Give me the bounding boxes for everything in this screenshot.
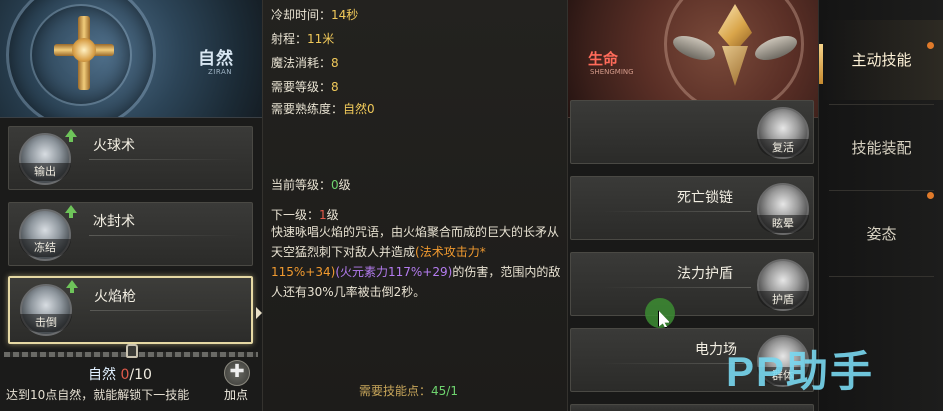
skill-tag: 护盾 [757, 291, 809, 309]
upgrade-arrow-icon [65, 129, 77, 142]
lock-icon [126, 344, 138, 358]
stat-mana-cost: 魔法消耗：8 [271, 56, 339, 70]
upgrade-arrow-icon [66, 280, 78, 293]
skill-card-death-chain[interactable]: 死亡锁链 眩晕 [570, 176, 814, 240]
divider [601, 287, 751, 288]
skill-card-mana-shield[interactable]: 法力护盾 护盾 [570, 252, 814, 316]
divider [829, 104, 934, 105]
stat-proficiency-required: 需要熟练度：自然0 [271, 102, 375, 116]
skill-name: 冰封术 [93, 214, 135, 230]
nature-school-banner[interactable]: 自然 ZIRAN [0, 0, 262, 118]
tab-label: 主动技能 [851, 51, 912, 69]
stat-level-required: 需要等级：8 [271, 80, 339, 94]
progress-max: /10 [129, 367, 152, 383]
skill-list-panel: 自然 ZIRAN 输出 火球术 冻结 冰封术 击倒 火焰枪 自然 0/10 达到… [0, 0, 262, 411]
skill-name: 死亡锁链 [677, 190, 733, 206]
tab-stance[interactable]: 姿态 [819, 192, 943, 274]
active-tab-indicator [819, 44, 823, 84]
skill-tag: 输出 [19, 163, 71, 181]
winged-gem-emblem-icon [669, 4, 801, 100]
tab-label: 姿态 [866, 225, 897, 243]
current-level: 当前等级：0级 [271, 178, 351, 192]
next-level: 下一级：1级 [271, 208, 339, 222]
notification-dot-icon [927, 42, 934, 49]
add-point-label[interactable]: 加点 [224, 386, 248, 403]
unlock-tip: 达到10点自然，就能解锁下一技能 [6, 388, 190, 402]
add-point-button[interactable]: ✚ [224, 360, 250, 386]
tab-active-skills[interactable]: 主动技能 [819, 20, 943, 100]
stat-cooldown: 冷却时间：14秒 [271, 8, 359, 22]
divider [89, 159, 239, 160]
skill-tag: 眩晕 [757, 215, 809, 233]
skill-card-ice-seal[interactable]: 冻结 冰封术 [8, 202, 253, 266]
skill-description: 快速咏唱火焰的咒语，由火焰聚合而成的巨大的长矛从天空猛烈刺下对敌人并造成(法术攻… [271, 225, 561, 299]
school-pinyin: SHENGMING [590, 68, 634, 76]
skill-card-fireball[interactable]: 输出 火球术 [8, 126, 253, 190]
skill-points-required: 需要技能点：45/1 [359, 384, 458, 398]
progress-school-name: 自然 [88, 367, 116, 383]
tab-skill-equip[interactable]: 技能装配 [819, 108, 943, 188]
skill-card-flame-lance[interactable]: 击倒 火焰枪 [8, 276, 253, 344]
skill-tag: 击倒 [20, 314, 72, 332]
tab-label: 技能装配 [851, 139, 912, 157]
watermark-logo: PP助手 [726, 348, 875, 395]
upgrade-arrow-icon [65, 205, 77, 218]
divider [90, 310, 240, 311]
skill-name: 火焰枪 [94, 289, 136, 305]
skill-name: 法力护盾 [677, 266, 733, 282]
skill-card-revive[interactable]: 复活 [570, 100, 814, 164]
divider [829, 190, 934, 191]
golden-cross-emblem-icon [54, 16, 114, 90]
school-progress: 自然 0/10 [88, 364, 152, 384]
skill-name: 火球术 [93, 138, 135, 154]
skill-card-partial[interactable] [570, 404, 814, 411]
stat-range: 射程：11米 [271, 32, 335, 46]
skill-detail-panel: 冷却时间：14秒 射程：11米 魔法消耗：8 需要等级：8 需要熟练度：自然0 … [262, 0, 568, 411]
divider [89, 235, 239, 236]
skill-tag: 冻结 [19, 239, 71, 257]
school-pinyin: ZIRAN [208, 68, 232, 76]
school-name: 自然 [198, 49, 234, 69]
skill-tag: 复活 [757, 139, 809, 157]
school-name: 生命 [588, 50, 619, 68]
divider [829, 276, 934, 277]
notification-dot-icon [927, 192, 934, 199]
divider [601, 211, 751, 212]
